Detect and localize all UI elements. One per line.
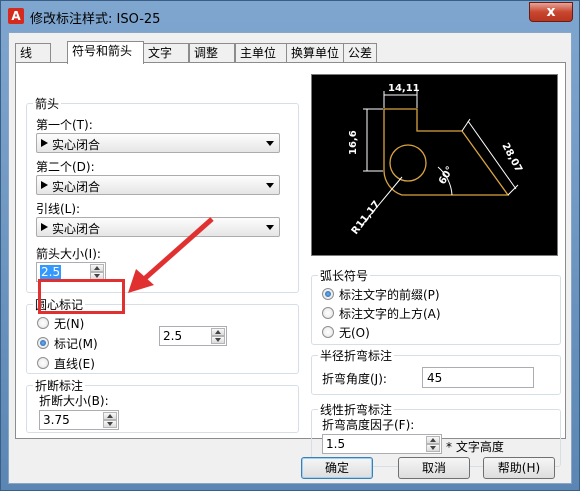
text-height-suffix: * 文字高度	[446, 440, 504, 454]
jog-height-label: 折弯高度因子(F):	[322, 418, 415, 432]
leader-arrow-value: 实心闭合	[52, 222, 101, 236]
spin-up-icon[interactable]	[211, 328, 225, 336]
leader-arrow-label: 引线(L):	[36, 202, 81, 216]
arc-none-radio[interactable]	[322, 326, 334, 338]
cancel-button[interactable]: 取消	[398, 457, 470, 479]
closed-filled-arrow-icon	[41, 181, 48, 189]
preview-dim-angle: 60°	[437, 165, 456, 187]
second-arrow-label: 第二个(D):	[36, 160, 95, 174]
center-mark-mark-radio[interactable]	[37, 337, 49, 349]
jog-angle-input[interactable]: 45	[422, 367, 534, 388]
help-button[interactable]: 帮助(H)	[483, 457, 555, 479]
radius-jog-title: 半径折弯标注	[318, 347, 395, 364]
center-mark-none-radio[interactable]	[37, 317, 49, 329]
ok-button[interactable]: 确定	[301, 457, 373, 479]
spin-down-icon[interactable]	[426, 444, 440, 452]
center-mark-mark-label: 标记(M)	[54, 337, 98, 351]
first-arrow-label: 第一个(T):	[36, 118, 93, 132]
arrow-size-value: 2.5	[40, 265, 62, 279]
spin-up-icon[interactable]	[90, 264, 104, 272]
second-arrow-select[interactable]: 实心闭合	[36, 175, 280, 195]
dimension-break-group: 折断标注 折断大小(B): 3.75	[26, 377, 299, 433]
highlight-box	[38, 279, 125, 314]
center-mark-size-spinner[interactable]: 2.5	[159, 326, 227, 346]
dialog-client: 线 符号和箭头 文字 调整 主单位 换算单位 公差 箭头 第一个(T): 实心闭…	[8, 32, 572, 484]
tab-symbols-arrows[interactable]: 符号和箭头	[67, 41, 144, 64]
tab-tolerances[interactable]: 公差	[343, 43, 377, 63]
first-arrow-select[interactable]: 实心闭合	[36, 133, 280, 153]
tab-alternate-units[interactable]: 换算单位	[286, 43, 344, 63]
break-size-value: 3.75	[43, 413, 70, 427]
chevron-down-icon	[266, 225, 274, 230]
autocad-app-icon: A	[8, 8, 24, 24]
jog-angle-value: 45	[427, 371, 443, 385]
title-bar[interactable]: A 修改标注样式: ISO-25 x	[1, 1, 579, 31]
preview-dim-top: 14,11	[388, 83, 420, 94]
second-arrow-value: 实心闭合	[52, 180, 101, 194]
tab-primary-units[interactable]: 主单位	[235, 43, 287, 63]
center-mark-line-radio[interactable]	[37, 357, 49, 369]
jog-angle-label: 折弯角度(J):	[322, 372, 387, 386]
tab-fit[interactable]: 调整	[189, 43, 235, 63]
arc-prefix-label: 标注文字的前缀(P)	[339, 288, 440, 302]
preview-dim-left: 16,6	[348, 130, 359, 155]
jog-height-value: 1.5	[326, 437, 346, 451]
first-arrow-value: 实心闭合	[52, 138, 101, 152]
arc-above-label: 标注文字的上方(A)	[339, 307, 441, 321]
tab-panel-symbols-arrows: 箭头 第一个(T): 实心闭合 第二个(D): 实心闭合 引线(L): 实心闭合	[15, 62, 566, 467]
dimension-style-preview: 14,11 16,6 28,07 R11,17 60°	[311, 74, 558, 256]
arc-length-group: 弧长符号 标注文字的前缀(P) 标注文字的上方(A) 无(O)	[311, 267, 561, 345]
tab-lines[interactable]: 线	[15, 43, 51, 63]
center-marks-group: 圆心标记 无(N) 标记(M) 直线(E) 2.5	[26, 296, 299, 374]
dialog-window: A 修改标注样式: ISO-25 x 线 符号和箭头 文字 调整 主单位 换算单…	[0, 0, 580, 491]
spin-down-icon[interactable]	[211, 336, 225, 344]
close-button[interactable]: x	[529, 2, 573, 22]
window-title: 修改标注样式: ISO-25	[30, 12, 161, 27]
center-mark-line-label: 直线(E)	[54, 357, 95, 371]
radius-jog-group: 半径折弯标注 折弯角度(J): 45	[311, 347, 561, 395]
tab-text[interactable]: 文字	[143, 43, 189, 63]
jog-height-spinner[interactable]: 1.5	[322, 434, 442, 454]
annotation-arrow-icon	[128, 217, 214, 293]
center-mark-none-label: 无(N)	[54, 317, 85, 331]
arc-length-title: 弧长符号	[318, 267, 371, 284]
spin-up-icon[interactable]	[426, 436, 440, 444]
spin-down-icon[interactable]	[103, 420, 117, 428]
preview-drawing: 14,11 16,6 28,07 R11,17 60°	[348, 83, 524, 237]
closed-filled-arrow-icon	[41, 223, 48, 231]
arrow-size-label: 箭头大小(I):	[36, 247, 101, 261]
break-size-spinner[interactable]: 3.75	[39, 410, 119, 430]
preview-dim-radius: R11,17	[350, 199, 383, 237]
spin-up-icon[interactable]	[103, 412, 117, 420]
arc-prefix-radio[interactable]	[322, 288, 334, 300]
chevron-down-icon	[266, 183, 274, 188]
arc-above-radio[interactable]	[322, 307, 334, 319]
break-size-label: 折断大小(B):	[39, 394, 109, 408]
chevron-down-icon	[266, 141, 274, 146]
arc-none-label: 无(O)	[339, 326, 370, 340]
center-mark-size-value: 2.5	[163, 329, 183, 343]
preview-circle	[389, 144, 427, 182]
arrowheads-title: 箭头	[33, 95, 62, 112]
closed-filled-arrow-icon	[41, 139, 48, 147]
preview-dim-right: 28,07	[499, 141, 524, 174]
